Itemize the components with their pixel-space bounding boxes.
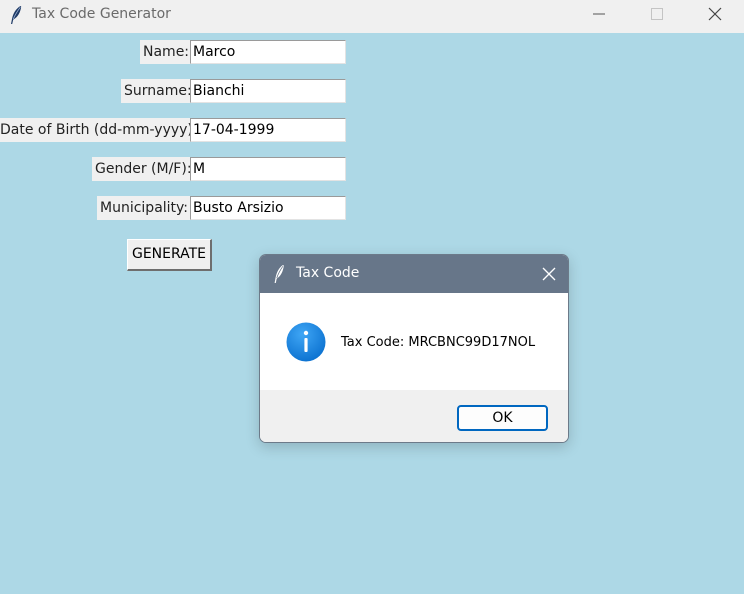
gender-label: Gender (M/F): [92, 157, 195, 181]
minimize-icon [593, 13, 605, 15]
gender-input[interactable]: M [190, 157, 346, 181]
municipality-label: Municipality: [97, 196, 192, 220]
name-input[interactable]: Marco [190, 40, 346, 64]
tax-code-dialog: Tax Code Tax Code: MRCBNC99D17NOL OK [259, 254, 569, 443]
feather-icon [11, 6, 22, 24]
dob-label: Date of Birth (dd-mm-yyyy): [0, 118, 201, 142]
info-icon [286, 322, 326, 362]
maximize-button[interactable] [628, 0, 686, 28]
ok-button[interactable]: OK [457, 405, 548, 431]
close-icon [708, 7, 722, 21]
main-window: Tax Code Generator Name: Marco Surname: … [0, 0, 744, 594]
title-bar[interactable]: Tax Code Generator [0, 0, 744, 33]
maximize-icon [651, 8, 663, 20]
dialog-close-button[interactable] [536, 261, 562, 287]
surname-input[interactable]: Bianchi [190, 79, 346, 103]
minimize-button[interactable] [570, 0, 628, 28]
close-icon [542, 267, 556, 281]
municipality-input[interactable]: Busto Arsizio [190, 196, 346, 220]
close-button[interactable] [686, 0, 744, 28]
window-title: Tax Code Generator [32, 6, 171, 22]
dialog-title-bar[interactable]: Tax Code [260, 255, 568, 293]
surname-label: Surname: [121, 79, 195, 103]
name-label: Name: [140, 40, 193, 64]
generate-button[interactable]: GENERATE [127, 239, 212, 271]
feather-icon [274, 265, 284, 283]
dob-input[interactable]: 17-04-1999 [190, 118, 346, 142]
dialog-message: Tax Code: MRCBNC99D17NOL [341, 335, 536, 350]
dialog-title: Tax Code [296, 265, 360, 281]
